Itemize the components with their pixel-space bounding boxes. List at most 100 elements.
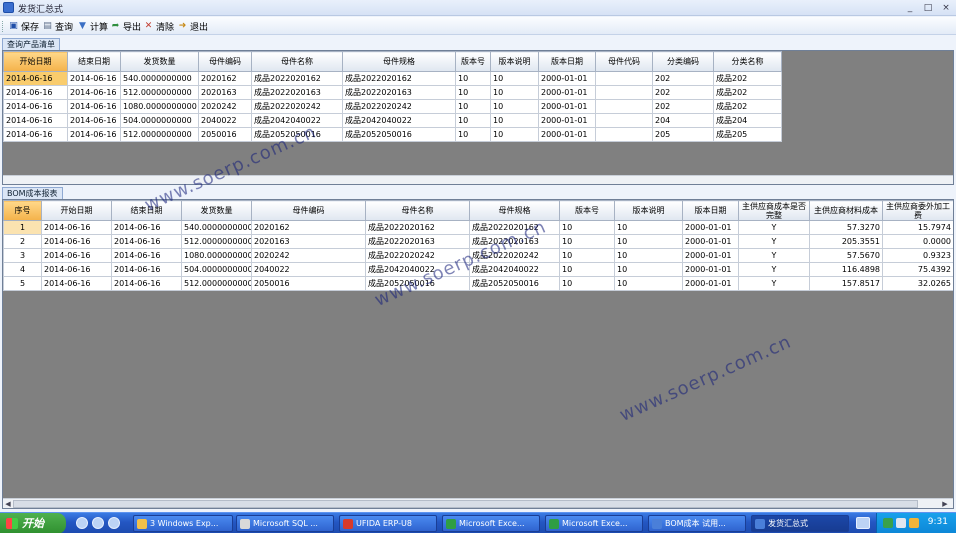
save-button[interactable]: ▣ 保存: [8, 19, 39, 33]
table-cell[interactable]: 成品2052050016: [469, 276, 560, 291]
col-header[interactable]: 序号: [3, 200, 42, 221]
table-cell[interactable]: [595, 113, 653, 128]
table-cell[interactable]: 成品2022020163: [469, 234, 560, 249]
table-cell[interactable]: [595, 71, 653, 86]
table-cell[interactable]: Y: [738, 248, 810, 263]
taskbar-item[interactable]: Microsoft Exce...: [442, 515, 540, 532]
table-cell[interactable]: 10: [559, 234, 615, 249]
top-horizontal-scrollbar[interactable]: [3, 175, 953, 184]
table-cell[interactable]: 2014-06-16: [41, 248, 112, 263]
table-cell[interactable]: 2000-01-01: [538, 127, 596, 142]
scroll-left-icon[interactable]: ◀: [4, 500, 12, 508]
table-cell[interactable]: 205.3551: [809, 234, 883, 249]
table-cell[interactable]: Y: [738, 276, 810, 291]
table-cell[interactable]: [595, 99, 653, 114]
table-cell[interactable]: 10: [455, 127, 491, 142]
start-button[interactable]: 开始: [0, 513, 66, 533]
table-cell[interactable]: 成品2042040022: [251, 113, 343, 128]
query-product-list-tab[interactable]: 查询产品清单: [2, 38, 60, 50]
table-cell[interactable]: 2000-01-01: [682, 220, 739, 235]
col-header[interactable]: 发货数量: [120, 51, 199, 72]
table-cell[interactable]: 2014-06-16: [111, 276, 182, 291]
taskbar-item-active[interactable]: 发货汇总式: [751, 515, 849, 532]
table-cell[interactable]: 2014-06-16: [41, 276, 112, 291]
table-cell[interactable]: 1080.0000000000: [120, 99, 199, 114]
table-cell[interactable]: 2000-01-01: [682, 276, 739, 291]
table-cell[interactable]: 2014-06-16: [3, 127, 68, 142]
table-cell[interactable]: 15.7974: [882, 220, 953, 235]
col-header[interactable]: 母件编码: [198, 51, 252, 72]
col-header[interactable]: 版本号: [455, 51, 491, 72]
col-header[interactable]: 母件编码: [251, 200, 366, 221]
table-cell[interactable]: 成品2022020162: [365, 220, 470, 235]
table-cell[interactable]: 512.0000000000: [120, 85, 199, 100]
table-cell[interactable]: 成品2042040022: [342, 113, 456, 128]
table-cell[interactable]: 2050016: [198, 127, 252, 142]
table-cell[interactable]: 512.0000000000: [120, 127, 199, 142]
table-cell[interactable]: [595, 85, 653, 100]
col-header[interactable]: 版本说明: [490, 51, 539, 72]
table-cell[interactable]: 成品204: [713, 113, 782, 128]
table-cell[interactable]: 3: [3, 248, 42, 263]
table-cell[interactable]: Y: [738, 262, 810, 277]
taskbar-item[interactable]: UFIDA ERP-U8: [339, 515, 437, 532]
table-cell[interactable]: 116.4898: [809, 262, 883, 277]
table-row[interactable]: 1 2014-06-16 2014-06-16 540.0000000000 20201…: [3, 220, 953, 235]
col-header[interactable]: 版本日期: [538, 51, 596, 72]
table-cell[interactable]: 10: [455, 113, 491, 128]
table-cell[interactable]: 540.0000000000: [120, 71, 199, 86]
table-cell[interactable]: 1: [3, 220, 42, 235]
table-row[interactable]: 2014-06-16 2014-06-16 512.0000000000 205001…: [3, 127, 782, 142]
table-cell[interactable]: 10: [614, 276, 683, 291]
table-cell[interactable]: 10: [614, 234, 683, 249]
table-cell[interactable]: 2014-06-16: [41, 262, 112, 277]
table-row[interactable]: 4 2014-06-16 2014-06-16 504.0000000000 20400…: [3, 262, 953, 277]
table-cell[interactable]: 205: [652, 127, 714, 142]
col-header[interactable]: 版本号: [559, 200, 615, 221]
table-row[interactable]: 2014-06-16 2014-06-16 1080.0000000000 20202…: [3, 99, 782, 114]
table-cell[interactable]: 2014-06-16: [111, 220, 182, 235]
table-cell[interactable]: 10: [559, 262, 615, 277]
table-cell[interactable]: 10: [490, 85, 539, 100]
col-header[interactable]: 母件代码: [595, 51, 653, 72]
table-cell[interactable]: 2000-01-01: [538, 85, 596, 100]
table-cell[interactable]: 2014-06-16: [67, 113, 121, 128]
table-cell[interactable]: 204: [652, 113, 714, 128]
quicklaunch-icon[interactable]: [92, 517, 104, 529]
bottom-horizontal-scrollbar[interactable]: ◀ ▶: [3, 498, 953, 508]
table-cell[interactable]: 10: [614, 262, 683, 277]
taskbar-item[interactable]: 3 Windows Exp...: [133, 515, 233, 532]
table-cell[interactable]: 2040022: [198, 113, 252, 128]
table-row[interactable]: 5 2014-06-16 2014-06-16 512.0000000000 20500…: [3, 276, 953, 291]
table-cell[interactable]: 成品2022020242: [251, 99, 343, 114]
table-cell[interactable]: 成品2042040022: [365, 262, 470, 277]
table-cell[interactable]: 2020242: [198, 99, 252, 114]
table-cell[interactable]: 2014-06-16: [67, 85, 121, 100]
col-header[interactable]: 母件规格: [469, 200, 560, 221]
table-cell[interactable]: 512.0000000000: [181, 234, 252, 249]
col-header[interactable]: 开始日期: [3, 51, 68, 72]
table-cell[interactable]: 2020162: [198, 71, 252, 86]
table-cell[interactable]: 504.0000000000: [181, 262, 252, 277]
table-row[interactable]: 2 2014-06-16 2014-06-16 512.0000000000 20201…: [3, 234, 953, 249]
table-cell[interactable]: 成品2052050016: [342, 127, 456, 142]
table-cell[interactable]: 2014-06-16: [3, 99, 68, 114]
table-cell[interactable]: 57.5670: [809, 248, 883, 263]
table-cell[interactable]: 2014-06-16: [3, 85, 68, 100]
table-cell[interactable]: 540.0000000000: [181, 220, 252, 235]
table-cell[interactable]: [595, 127, 653, 142]
table-row[interactable]: 2014-06-16 2014-06-16 540.0000000000 202016…: [3, 71, 782, 86]
export-button[interactable]: ➦ 导出: [110, 19, 141, 33]
col-header[interactable]: 母件规格: [342, 51, 456, 72]
toolbar-grip[interactable]: [2, 21, 5, 32]
table-cell[interactable]: 2014-06-16: [67, 71, 121, 86]
col-header[interactable]: 主供应商委外加工费: [882, 200, 953, 221]
table-cell[interactable]: 202: [652, 85, 714, 100]
table-cell[interactable]: 成品202: [713, 71, 782, 86]
table-cell[interactable]: 2014-06-16: [111, 234, 182, 249]
col-header[interactable]: 分类编码: [652, 51, 714, 72]
table-cell[interactable]: 10: [455, 71, 491, 86]
quicklaunch-icon[interactable]: [108, 517, 120, 529]
taskbar-item[interactable]: Microsoft SQL ...: [236, 515, 334, 532]
table-cell[interactable]: 512.0000000000: [181, 276, 252, 291]
